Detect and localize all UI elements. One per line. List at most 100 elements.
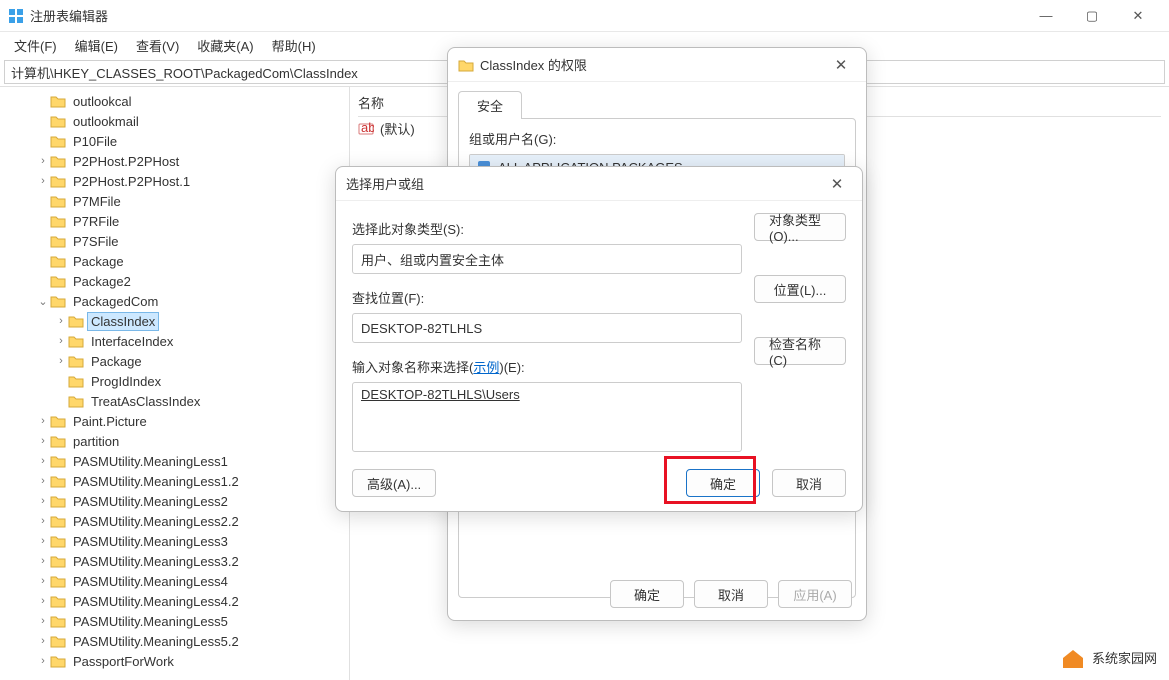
chevron-icon[interactable]: › — [36, 615, 50, 627]
chevron-icon[interactable]: › — [36, 155, 50, 167]
menu-help[interactable]: 帮助(H) — [264, 34, 324, 57]
tree-item[interactable]: › Package — [0, 351, 349, 371]
object-types-button[interactable]: 对象类型(O)... — [754, 213, 846, 241]
tree-item[interactable]: P7RFile — [0, 211, 349, 231]
chevron-icon[interactable]: › — [36, 595, 50, 607]
example-link[interactable]: 示例 — [473, 360, 499, 375]
tree-item[interactable]: › PASMUtility.MeaningLess2 — [0, 491, 349, 511]
tree-item[interactable]: › PASMUtility.MeaningLess5 — [0, 611, 349, 631]
tree-item[interactable]: P7SFile — [0, 231, 349, 251]
folder-icon — [68, 314, 84, 328]
folder-icon — [50, 534, 66, 548]
regedit-icon — [8, 8, 24, 24]
minimize-button[interactable]: — — [1023, 0, 1069, 32]
menu-edit[interactable]: 编辑(E) — [67, 34, 126, 57]
folder-icon — [50, 274, 66, 288]
chevron-icon[interactable]: › — [54, 355, 68, 367]
advanced-button[interactable]: 高级(A)... — [352, 469, 436, 497]
tree-label: Package — [88, 353, 145, 370]
folder-icon — [50, 134, 66, 148]
chevron-icon[interactable]: › — [36, 535, 50, 547]
tree-item[interactable]: P10File — [0, 131, 349, 151]
tree-item[interactable]: ›PASMUtility.MeaningLess5.2 — [0, 631, 349, 651]
tree-item[interactable]: ›P2PHost.P2PHost.1 — [0, 171, 349, 191]
menu-favorites[interactable]: 收藏夹(A) — [189, 34, 261, 57]
folder-icon — [68, 334, 84, 348]
tree-item[interactable]: ›P2PHost.P2PHost — [0, 151, 349, 171]
tree-label: ProgIdIndex — [88, 373, 164, 390]
chevron-icon[interactable]: › — [36, 495, 50, 507]
chevron-icon[interactable]: › — [36, 455, 50, 467]
chevron-icon[interactable]: › — [36, 475, 50, 487]
tree-item[interactable]: Package — [0, 251, 349, 271]
tree-item[interactable]: ›PASMUtility.MeaningLess2.2 — [0, 511, 349, 531]
permissions-apply-button[interactable]: 应用(A) — [778, 580, 852, 608]
folder-icon — [50, 414, 66, 428]
watermark-icon — [1060, 644, 1086, 670]
permissions-ok-button[interactable]: 确定 — [610, 580, 684, 608]
select-user-close-button[interactable]: ✕ — [822, 175, 852, 193]
tree-item[interactable]: › ClassIndex — [0, 311, 349, 331]
menu-file[interactable]: 文件(F) — [6, 34, 65, 57]
tree-item[interactable]: ProgIdIndex — [0, 371, 349, 391]
chevron-icon[interactable]: ⌄ — [36, 295, 50, 308]
tree-label: P7MFile — [70, 193, 124, 210]
permissions-cancel-button[interactable]: 取消 — [694, 580, 768, 608]
locations-button[interactable]: 位置(L)... — [754, 275, 846, 303]
tree-item[interactable]: P7MFile — [0, 191, 349, 211]
folder-icon — [68, 374, 84, 388]
tree-label: P7RFile — [70, 213, 122, 230]
tree-item[interactable]: TreatAsClassIndex — [0, 391, 349, 411]
menu-view[interactable]: 查看(V) — [128, 34, 187, 57]
tree-panel[interactable]: outlookcaloutlookmailP10File›P2PHost.P2P… — [0, 87, 350, 680]
maximize-button[interactable]: ▢ — [1069, 0, 1115, 32]
tree-item[interactable]: ›Paint.Picture — [0, 411, 349, 431]
tree-item[interactable]: ›PASMUtility.MeaningLess4.2 — [0, 591, 349, 611]
ok-button[interactable]: 确定 — [686, 469, 760, 497]
folder-icon — [50, 474, 66, 488]
tree-label: P7SFile — [70, 233, 122, 250]
chevron-icon[interactable]: › — [36, 635, 50, 647]
close-button[interactable]: ✕ — [1115, 0, 1161, 32]
chevron-icon[interactable]: › — [36, 515, 50, 527]
folder-icon — [50, 434, 66, 448]
cancel-button[interactable]: 取消 — [772, 469, 846, 497]
tree-item[interactable]: ›PASMUtility.MeaningLess4 — [0, 571, 349, 591]
folder-icon — [50, 154, 66, 168]
tree-item[interactable]: outlookcal — [0, 91, 349, 111]
folder-icon — [50, 594, 66, 608]
chevron-icon[interactable]: › — [36, 435, 50, 447]
tree-item[interactable]: ›PASMUtility.MeaningLess1 — [0, 451, 349, 471]
chevron-icon[interactable]: › — [36, 175, 50, 187]
tree-label: PASMUtility.MeaningLess2 — [70, 493, 231, 510]
tree-item[interactable]: ›PASMUtility.MeaningLess3.2 — [0, 551, 349, 571]
chevron-icon[interactable]: › — [36, 575, 50, 587]
chevron-icon[interactable]: › — [36, 555, 50, 567]
tree-item[interactable]: outlookmail — [0, 111, 349, 131]
list-default-label: (默认) — [380, 119, 415, 138]
chevron-icon[interactable]: › — [36, 415, 50, 427]
tree-item[interactable]: ›PASMUtility.MeaningLess1.2 — [0, 471, 349, 491]
object-name-input[interactable]: DESKTOP-82TLHLS\Users — [352, 382, 742, 452]
tree-label: ClassIndex — [88, 313, 158, 330]
tree-item[interactable]: ›partition — [0, 431, 349, 451]
list-header-name[interactable]: 名称 — [358, 93, 438, 112]
security-tab[interactable]: 安全 — [458, 91, 522, 119]
group-users-label: 组或用户名(G): — [469, 129, 845, 148]
tree-item[interactable]: › InterfaceIndex — [0, 331, 349, 351]
chevron-icon[interactable]: › — [54, 315, 68, 327]
tree-label: Package — [70, 253, 127, 270]
chevron-icon[interactable]: › — [54, 335, 68, 347]
tree-item[interactable]: ›PASMUtility.MeaningLess3 — [0, 531, 349, 551]
tree-item[interactable]: ›PassportForWork — [0, 651, 349, 671]
tree-item[interactable]: Package2 — [0, 271, 349, 291]
folder-icon — [50, 634, 66, 648]
tree-label: PackagedCom — [70, 293, 161, 310]
chevron-icon[interactable]: › — [36, 655, 50, 667]
permissions-close-button[interactable]: ✕ — [826, 56, 856, 74]
tree-label: PASMUtility.MeaningLess5 — [70, 613, 231, 630]
tree-item[interactable]: ⌄ PackagedCom — [0, 291, 349, 311]
permissions-title: ClassIndex 的权限 — [480, 55, 587, 74]
check-names-button[interactable]: 检查名称(C) — [754, 337, 846, 365]
tree-label: InterfaceIndex — [88, 333, 176, 350]
